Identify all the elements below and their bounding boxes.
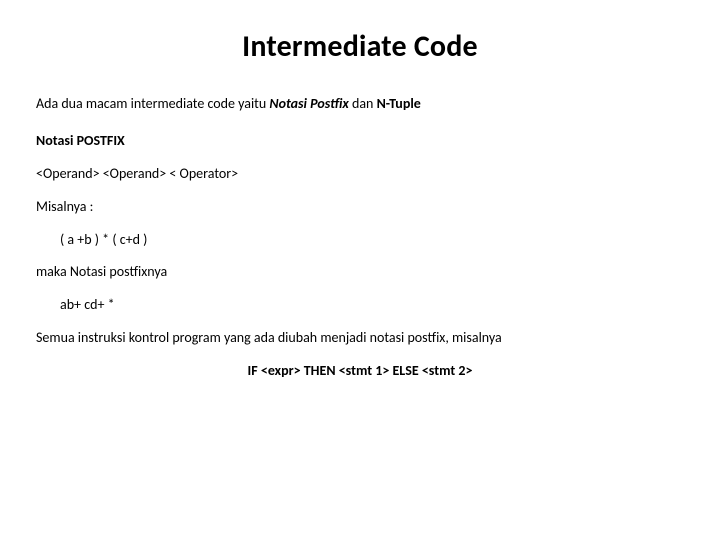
result-label: maka Notasi postfixnya bbox=[36, 263, 684, 282]
slide-body: Ada dua macam intermediate code yaitu No… bbox=[0, 95, 720, 381]
slide-title: Intermediate Code bbox=[0, 28, 720, 65]
intro-term-postfix: Notasi Postfix bbox=[269, 95, 348, 112]
intro-paragraph: Ada dua macam intermediate code yaitu No… bbox=[36, 95, 684, 114]
control-pattern: IF <expr> THEN <stmt 1> ELSE <stmt 2> bbox=[36, 362, 684, 381]
slide-footer: 6/13/2021 Semantics Analyser by Kustanto… bbox=[0, 536, 720, 540]
intro-prefix: Ada dua macam intermediate code yaitu bbox=[36, 95, 269, 112]
result-expression: ab+ cd+ * bbox=[36, 296, 684, 315]
intro-mid: dan bbox=[349, 95, 377, 112]
example-label: Misalnya : bbox=[36, 198, 684, 217]
postfix-heading: Notasi POSTFIX bbox=[36, 132, 684, 151]
postfix-pattern: <Operand> <Operand> < Operator> bbox=[36, 165, 684, 184]
slide: Intermediate Code Ada dua macam intermed… bbox=[0, 28, 720, 540]
control-text: Semua instruksi kontrol program yang ada… bbox=[36, 329, 684, 348]
intro-term-ntuple: N-Tuple bbox=[377, 95, 421, 112]
example-expression: ( a +b ) * ( c+d ) bbox=[36, 231, 684, 250]
